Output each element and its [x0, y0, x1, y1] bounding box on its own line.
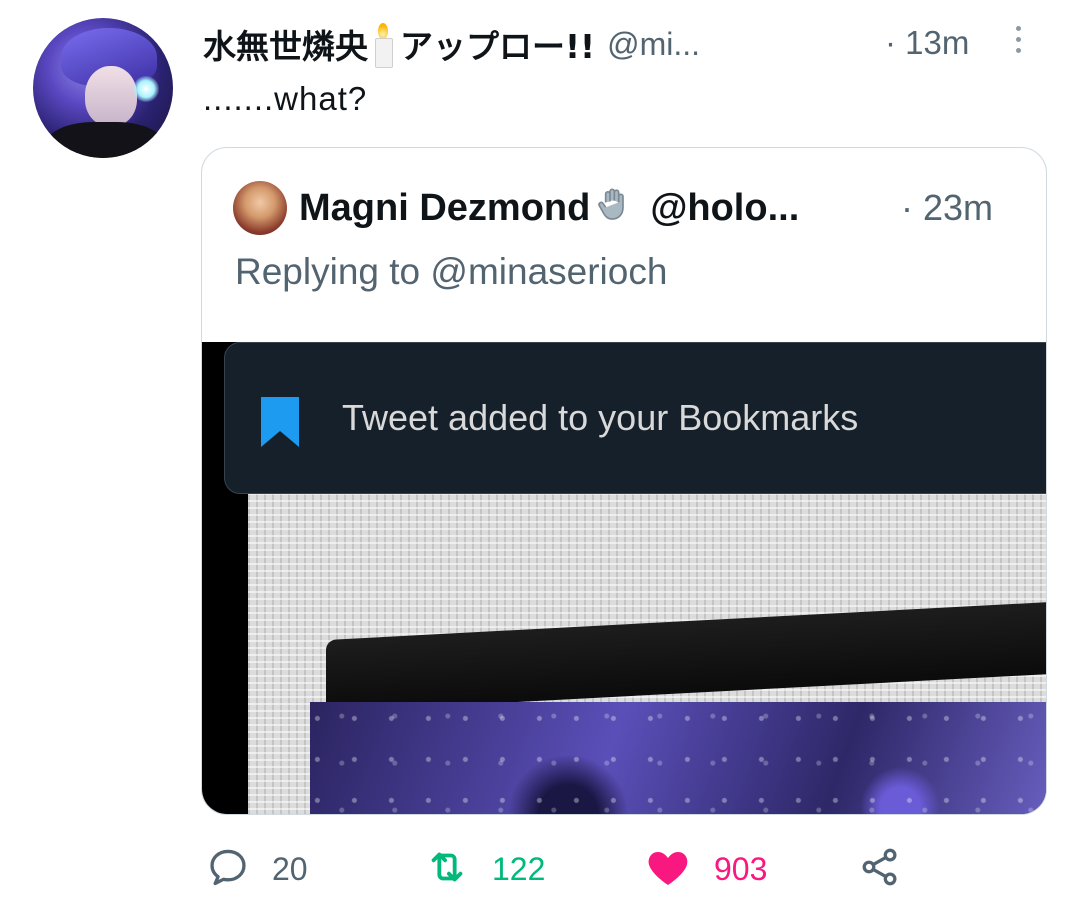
quoted-author-avatar[interactable]	[233, 181, 287, 235]
like-button[interactable]: 903	[644, 842, 767, 896]
tweet-timestamp[interactable]: · 13m	[885, 24, 969, 62]
author-name-suffix[interactable]: アップロー!!	[400, 20, 595, 68]
quoted-tweet-card[interactable]: Magni Dezmond @holo... · 23m Replying to…	[201, 147, 1047, 815]
author-avatar[interactable]	[33, 18, 173, 158]
reply-icon	[206, 845, 250, 894]
replying-to: Replying to @minaserioch	[235, 251, 668, 292]
quoted-author-handle[interactable]: @holo...	[650, 187, 799, 230]
toast-text: Tweet added to your Bookmarks	[342, 397, 859, 438]
retweet-button[interactable]: 122	[424, 842, 545, 896]
avatar-glow	[133, 76, 159, 102]
quoted-timestamp[interactable]: · 23m	[901, 187, 993, 229]
waving-hand-icon	[594, 184, 634, 232]
tweet-actions: 20 122 903	[206, 842, 966, 896]
tweet-text: .......what?	[203, 80, 368, 117]
avatar-face	[85, 66, 137, 126]
tweet-header: 水無世燐央 アップロー!! @mi... · 13m	[203, 20, 1021, 68]
like-count: 903	[714, 850, 768, 887]
quoted-tweet-header: Magni Dezmond @holo... · 23m	[233, 181, 1033, 235]
retweet-icon	[424, 844, 470, 895]
quoted-author-name[interactable]: Magni Dezmond	[299, 187, 590, 230]
media-galaxy-fabric	[310, 702, 1046, 814]
bookmark-icon	[261, 397, 299, 447]
bookmark-toast: Tweet added to your Bookmarks	[224, 342, 1046, 494]
share-button[interactable]	[858, 842, 902, 896]
reply-count: 20	[272, 850, 308, 887]
more-options-icon[interactable]	[1015, 26, 1023, 59]
author-handle[interactable]: @mi...	[607, 26, 700, 63]
heart-icon	[644, 843, 692, 896]
avatar-coat	[45, 122, 165, 158]
author-name[interactable]: 水無世燐央	[203, 20, 368, 68]
quoted-media-image[interactable]: Tweet added to your Bookmarks	[202, 342, 1046, 814]
candle-icon	[372, 22, 394, 68]
retweet-count: 122	[492, 850, 546, 887]
share-icon	[858, 845, 902, 894]
reply-button[interactable]: 20	[206, 842, 308, 896]
